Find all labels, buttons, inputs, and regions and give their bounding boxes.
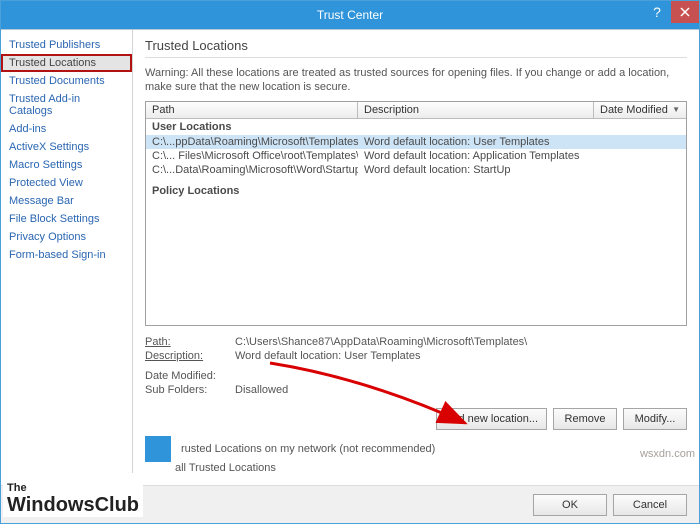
sidebar-item-addins[interactable]: Add-ins: [1, 120, 132, 138]
detail-desc-value: Word default location: User Templates: [235, 350, 687, 362]
sidebar-item-trusted-addin-catalogs[interactable]: Trusted Add-in Catalogs: [1, 90, 132, 120]
logo-square-icon: [145, 436, 171, 462]
table-row[interactable]: C:\... Files\Microsoft Office\root\Templ…: [146, 149, 686, 163]
modify-button[interactable]: Modify...: [623, 408, 687, 430]
overlay-logo: The WindowsClub: [3, 473, 143, 517]
cell-path: C:\...ppData\Roaming\Microsoft\Templates…: [146, 136, 358, 148]
table-body: User Locations C:\...ppData\Roaming\Micr…: [146, 119, 686, 325]
disable-check-label: all Trusted Locations: [175, 462, 276, 474]
warning-text: Warning: All these locations are treated…: [145, 66, 687, 95]
sort-chevron-icon: ▼: [672, 105, 680, 114]
ok-button[interactable]: OK: [533, 494, 607, 516]
detail-sub-value: Disallowed: [235, 384, 687, 396]
allow-network-locations[interactable]: rusted Locations on my network (not reco…: [145, 436, 687, 462]
sidebar-item-privacy-options[interactable]: Privacy Options: [1, 228, 132, 246]
cell-desc: Word default location: StartUp: [358, 164, 594, 176]
detail-date-value: [235, 370, 687, 382]
locations-table[interactable]: Path Description Date Modified ▼ User Lo…: [145, 101, 687, 326]
sidebar: Trusted Publishers Trusted Locations Tru…: [1, 30, 133, 485]
table-row[interactable]: C:\...Data\Roaming\Microsoft\Word\Startu…: [146, 163, 686, 177]
section-heading: Trusted Locations: [145, 38, 687, 58]
window-controls: ?: [643, 1, 699, 23]
cell-desc: Word default location: User Templates: [358, 136, 594, 148]
sidebar-item-form-based-signin[interactable]: Form-based Sign-in: [1, 246, 132, 264]
window-title: Trust Center: [1, 8, 699, 22]
overlay-logo-line1: The: [7, 482, 27, 494]
table-row[interactable]: C:\...ppData\Roaming\Microsoft\Templates…: [146, 135, 686, 149]
detail-path-label: Path:: [145, 336, 235, 348]
action-buttons: Add new location... Remove Modify...: [145, 408, 687, 430]
overlay-logo-line2: WindowsClub: [7, 495, 139, 515]
cancel-button[interactable]: Cancel: [613, 494, 687, 516]
trust-center-window: Trust Center ? Trusted Publishers Truste…: [0, 0, 700, 524]
detail-sub-label: Sub Folders:: [145, 384, 235, 396]
sidebar-item-trusted-documents[interactable]: Trusted Documents: [1, 72, 132, 90]
sidebar-item-file-block-settings[interactable]: File Block Settings: [1, 210, 132, 228]
dialog-body: Trusted Publishers Trusted Locations Tru…: [1, 29, 699, 485]
cell-path: C:\...Data\Roaming\Microsoft\Word\Startu…: [146, 164, 358, 176]
sidebar-item-trusted-publishers[interactable]: Trusted Publishers: [1, 36, 132, 54]
cell-date: [594, 150, 686, 162]
group-user-locations: User Locations: [146, 119, 686, 135]
col-date-label: Date Modified: [600, 104, 668, 116]
add-new-location-button[interactable]: Add new location...: [436, 408, 547, 430]
sidebar-item-message-bar[interactable]: Message Bar: [1, 192, 132, 210]
cell-path: C:\... Files\Microsoft Office\root\Templ…: [146, 150, 358, 162]
detail-path-value: C:\Users\Shance87\AppData\Roaming\Micros…: [235, 336, 687, 348]
watermark: wsxdn.com: [640, 448, 695, 460]
table-header: Path Description Date Modified ▼: [146, 102, 686, 119]
sidebar-item-trusted-locations[interactable]: Trusted Locations: [1, 54, 132, 72]
cell-desc: Word default location: Application Templ…: [358, 150, 594, 162]
detail-date-label: Date Modified:: [145, 370, 235, 382]
col-path[interactable]: Path: [146, 102, 358, 118]
remove-button[interactable]: Remove: [553, 408, 617, 430]
sidebar-item-activex-settings[interactable]: ActiveX Settings: [1, 138, 132, 156]
details-panel: Path: C:\Users\Shance87\AppData\Roaming\…: [145, 336, 687, 398]
sidebar-item-protected-view[interactable]: Protected View: [1, 174, 132, 192]
help-button[interactable]: ?: [643, 1, 671, 23]
titlebar[interactable]: Trust Center ?: [1, 1, 699, 29]
network-check-label: rusted Locations on my network (not reco…: [181, 443, 435, 455]
cell-date: [594, 164, 686, 176]
detail-desc-label: Description:: [145, 350, 235, 362]
cell-date: [594, 136, 686, 148]
col-date-modified[interactable]: Date Modified ▼: [594, 102, 686, 118]
group-policy-locations: Policy Locations: [146, 183, 686, 199]
sidebar-item-macro-settings[interactable]: Macro Settings: [1, 156, 132, 174]
close-button[interactable]: [671, 1, 699, 23]
col-description[interactable]: Description: [358, 102, 594, 118]
main-panel: Trusted Locations Warning: All these loc…: [133, 30, 699, 485]
disable-all-locations[interactable]: all Trusted Locations: [175, 462, 687, 474]
